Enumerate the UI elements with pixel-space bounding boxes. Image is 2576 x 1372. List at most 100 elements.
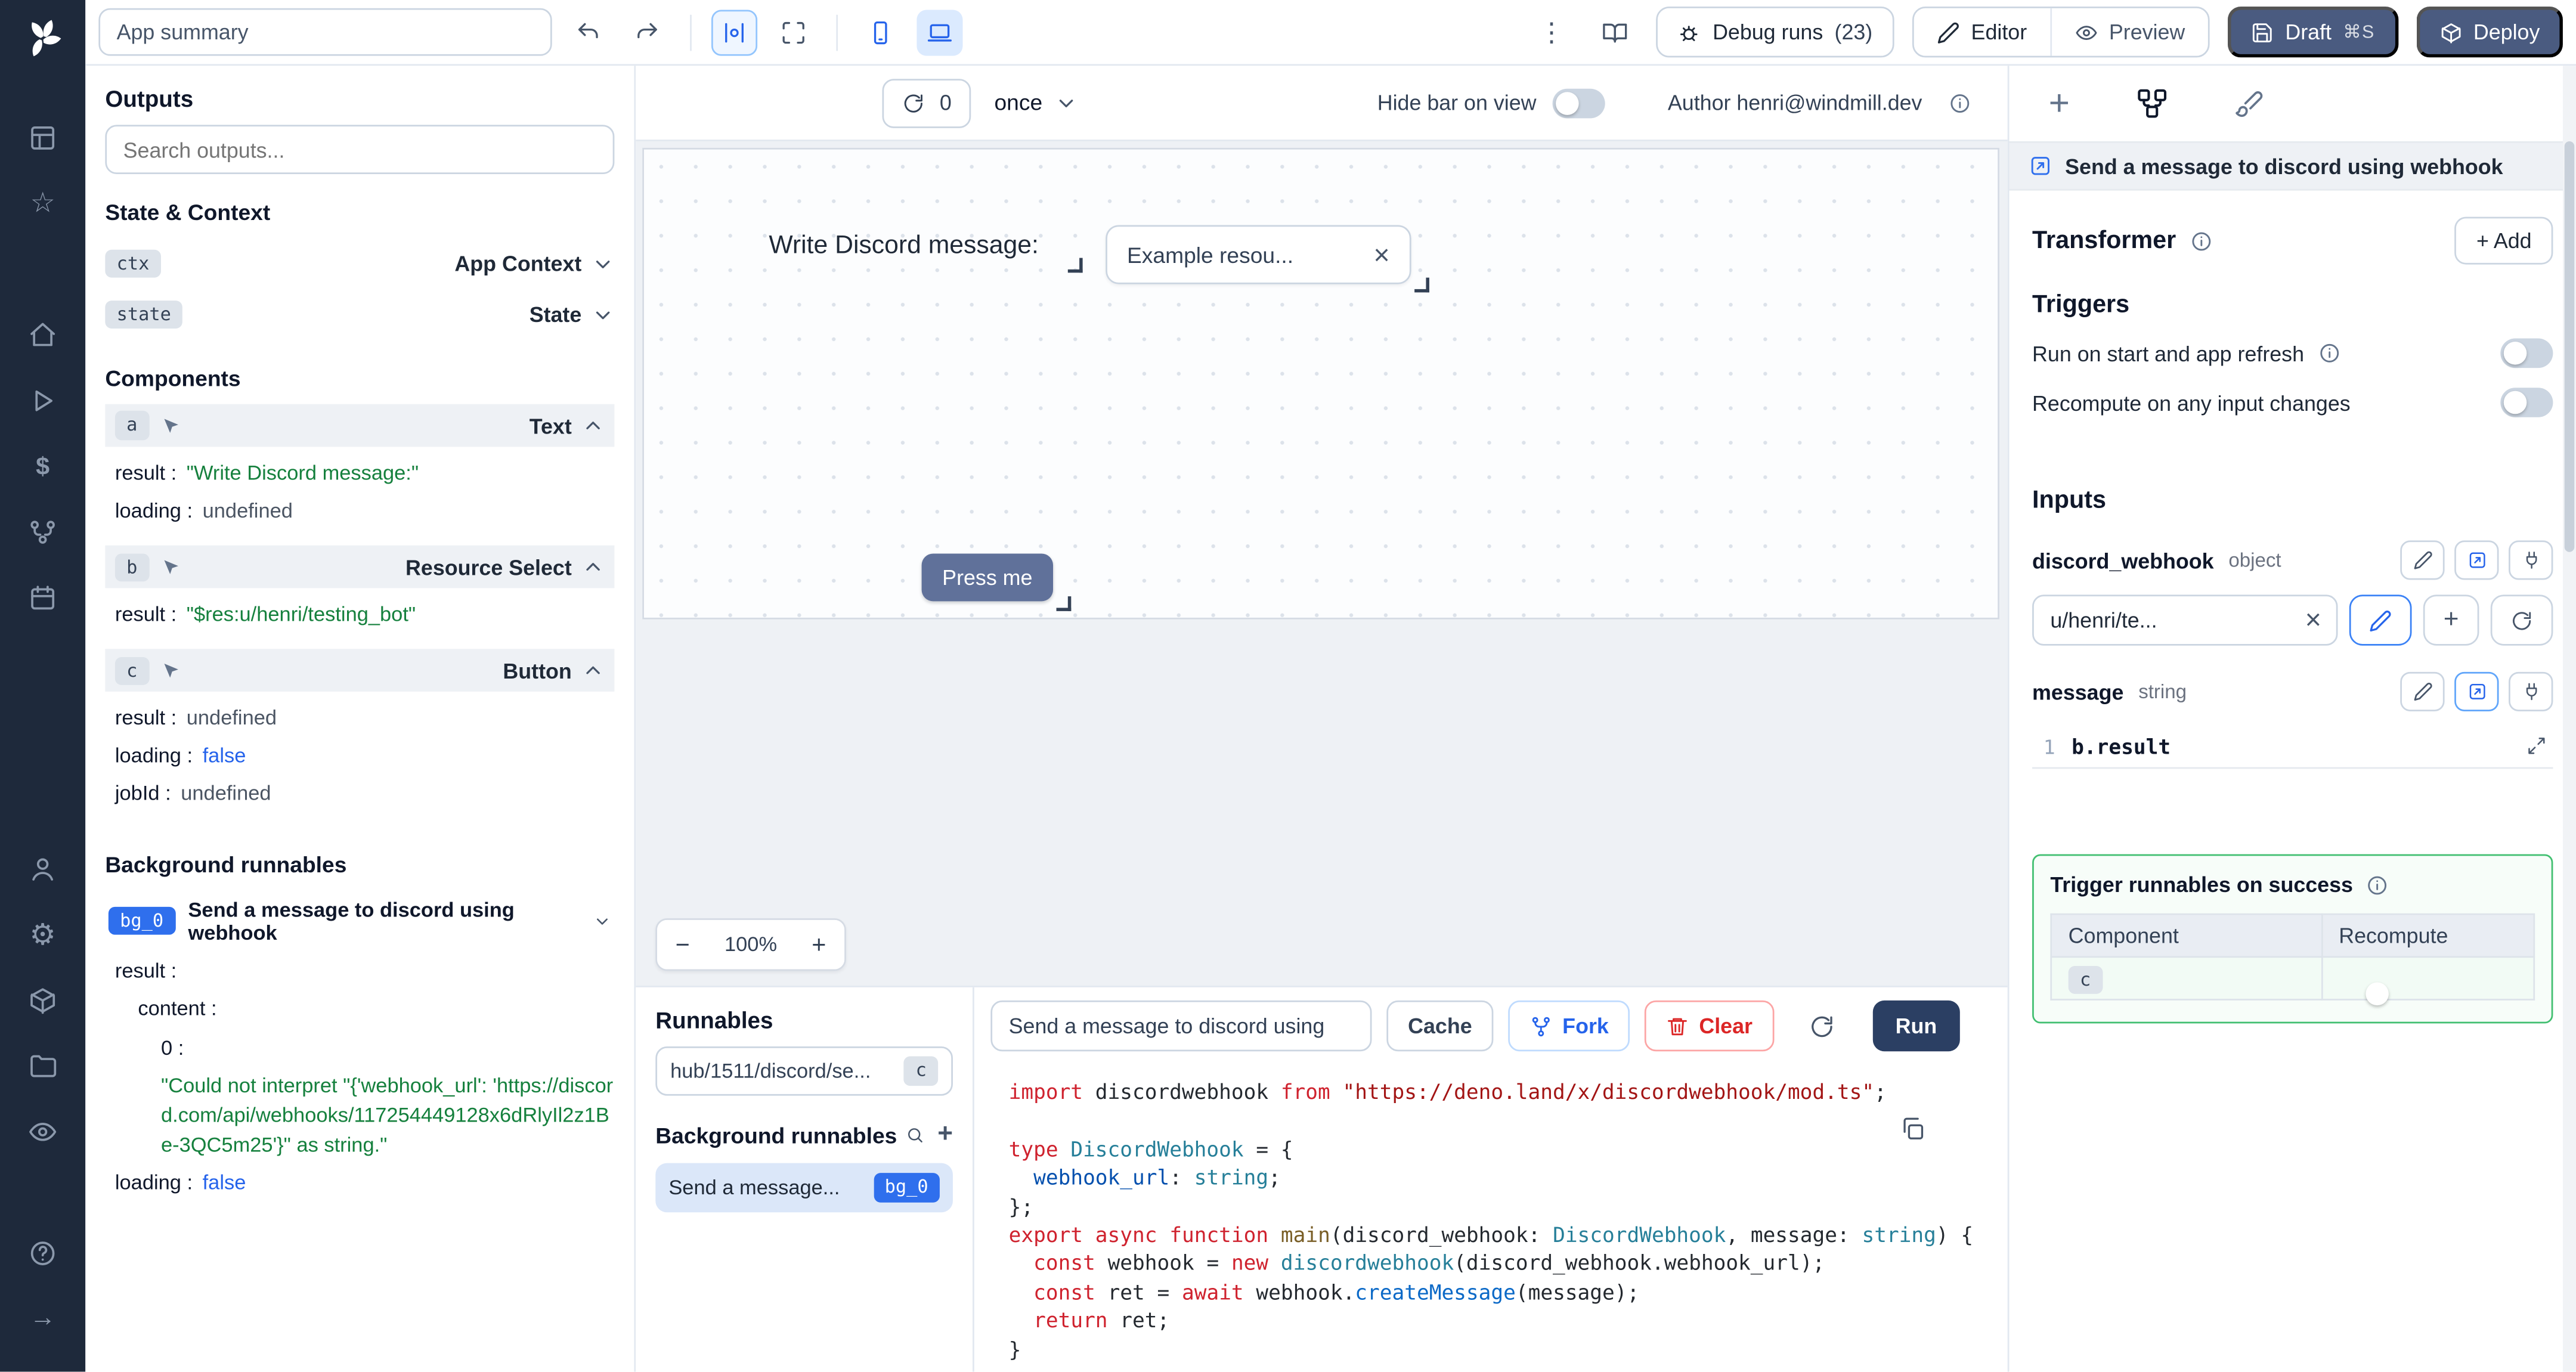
component-a-header[interactable]: a Text (105, 404, 615, 447)
debug-runs-button[interactable]: Debug runs (23) (1657, 7, 1894, 58)
home-icon[interactable] (26, 312, 59, 358)
copy-code-icon[interactable] (1899, 1116, 1925, 1142)
eval-fx-button[interactable] (2454, 540, 2499, 580)
search-icon[interactable] (905, 1125, 924, 1145)
chevron-down-icon[interactable] (592, 252, 615, 275)
scrollbar-thumb[interactable] (2564, 141, 2575, 552)
search-outputs-input[interactable] (105, 125, 615, 175)
run-on-start-toggle[interactable] (2500, 338, 2553, 368)
undo-button[interactable] (565, 9, 611, 55)
mobile-view-button[interactable] (857, 9, 903, 55)
runs-play-icon[interactable] (26, 378, 59, 424)
insert-component-plus-icon[interactable]: + (2049, 85, 2070, 122)
component-c-header[interactable]: c Button (105, 649, 615, 692)
collapse-sidebar-arrow-icon[interactable]: → (26, 1296, 59, 1342)
workers-box-icon[interactable] (26, 978, 59, 1024)
settings-nodes-icon[interactable] (2135, 87, 2168, 120)
add-bg-runnable-button[interactable]: + (937, 1121, 953, 1148)
deploy-button[interactable]: Deploy (2416, 7, 2563, 58)
desktop-view-button[interactable] (917, 9, 963, 55)
kebab-menu-button[interactable]: ⋮ (1528, 9, 1574, 55)
app-canvas[interactable]: Write Discord message: Example resou... … (642, 147, 1999, 620)
component-c-badge[interactable]: c (114, 656, 149, 685)
help-icon[interactable] (26, 1231, 59, 1277)
runnable-item[interactable]: hub/1511/discord/se... c (655, 1046, 953, 1096)
clear-x-icon[interactable]: × (2305, 606, 2321, 634)
cache-button[interactable]: Cache (1386, 1000, 1494, 1052)
static-pencil-button[interactable] (2400, 540, 2445, 580)
resources-flow-icon[interactable] (26, 509, 59, 555)
chevron-up-icon[interactable] (581, 659, 605, 683)
chevron-down-icon[interactable] (593, 911, 611, 931)
star-icon[interactable]: ☆ (26, 181, 59, 227)
chevron-down-icon[interactable] (592, 303, 615, 326)
add-transformer-button[interactable]: + Add (2455, 216, 2553, 265)
refresh-resource-button[interactable] (2490, 594, 2553, 646)
tab-preview[interactable]: Preview (2049, 8, 2208, 56)
clear-button[interactable]: Clear (1645, 1000, 1774, 1052)
interval-dropdown[interactable]: once (994, 91, 1077, 115)
gear-icon[interactable]: ⚙ (26, 912, 59, 958)
scrollbar[interactable] (2562, 66, 2576, 1372)
edit-resource-button[interactable] (2349, 594, 2412, 646)
ctx-row[interactable]: ctx App Context (105, 238, 614, 289)
state-row[interactable]: state State (105, 289, 614, 340)
zoom-out-button[interactable]: − (657, 919, 708, 970)
component-a-badge[interactable]: a (114, 411, 149, 440)
info-icon[interactable] (1949, 91, 1972, 114)
fork-button[interactable]: Fork (1508, 1000, 1630, 1052)
draft-button[interactable]: Draft ⌘S (2227, 7, 2398, 58)
component-c-badge[interactable]: c (2068, 965, 2103, 994)
bg-runnable-item-selected[interactable]: Send a message... bg_0 (655, 1163, 953, 1213)
apps-icon[interactable] (26, 115, 59, 161)
message-expression-editor[interactable]: 1 b.result (2032, 726, 2553, 769)
refresh-count-button[interactable]: 0 (882, 78, 971, 128)
static-pencil-button[interactable] (2400, 671, 2445, 711)
hide-bar-toggle[interactable] (1553, 88, 1606, 117)
user-icon[interactable] (26, 846, 59, 892)
variables-dollar-icon[interactable]: $ (26, 444, 59, 490)
connect-plug-button[interactable] (2509, 540, 2553, 580)
resource-select-component[interactable]: Example resou... × (1106, 225, 1411, 284)
resource-value-input[interactable]: u/henri/te... × (2032, 594, 2338, 646)
state-badge[interactable]: state (105, 300, 183, 329)
resize-handle[interactable] (1414, 277, 1429, 293)
clear-x-icon[interactable]: × (1373, 241, 1389, 269)
info-icon[interactable] (2317, 342, 2340, 365)
app-summary-input[interactable] (98, 8, 552, 56)
component-b-badge[interactable]: b (114, 553, 149, 581)
folders-icon[interactable] (26, 1043, 59, 1089)
eval-fx-button[interactable] (2454, 671, 2499, 711)
code-editor[interactable]: import discordwebhook from "https://deno… (974, 1064, 2008, 1372)
resize-handle[interactable] (1056, 596, 1072, 611)
recompute-on-change-toggle[interactable] (2500, 388, 2553, 417)
docs-book-icon[interactable] (1593, 9, 1639, 55)
fullscreen-button[interactable] (770, 9, 816, 55)
add-resource-button[interactable]: + (2423, 594, 2479, 646)
styling-brush-icon[interactable] (2234, 89, 2264, 119)
ctx-badge[interactable]: ctx (105, 249, 161, 278)
resource-value: u/henri/te... (2050, 608, 2157, 633)
bg0-row[interactable]: bg_0 Send a message to discord using web… (105, 890, 614, 953)
schedules-calendar-icon[interactable] (26, 575, 59, 621)
windmill-logo-icon[interactable] (21, 17, 64, 60)
resize-handle[interactable] (1067, 258, 1083, 273)
text-component[interactable]: Write Discord message: (769, 231, 1038, 261)
center-content-button[interactable] (711, 9, 758, 55)
info-icon[interactable] (2189, 229, 2212, 252)
audit-eye-icon[interactable] (26, 1109, 59, 1155)
redo-button[interactable] (624, 9, 670, 55)
refresh-script-button[interactable] (1798, 1003, 1844, 1049)
component-b-header[interactable]: b Resource Select (105, 546, 615, 589)
chevron-up-icon[interactable] (581, 556, 605, 579)
tab-editor[interactable]: Editor (1914, 8, 2050, 56)
info-icon[interactable] (2366, 873, 2389, 896)
connect-plug-button[interactable] (2509, 671, 2553, 711)
bg0-badge[interactable]: bg_0 (108, 907, 175, 936)
expand-editor-icon[interactable] (2527, 736, 2546, 755)
run-button[interactable]: Run (1872, 1000, 1960, 1052)
button-component[interactable]: Press me (921, 553, 1054, 602)
script-name-input[interactable]: Send a message to discord using (990, 1000, 1372, 1052)
zoom-in-button[interactable]: + (793, 919, 845, 970)
chevron-up-icon[interactable] (581, 414, 605, 437)
